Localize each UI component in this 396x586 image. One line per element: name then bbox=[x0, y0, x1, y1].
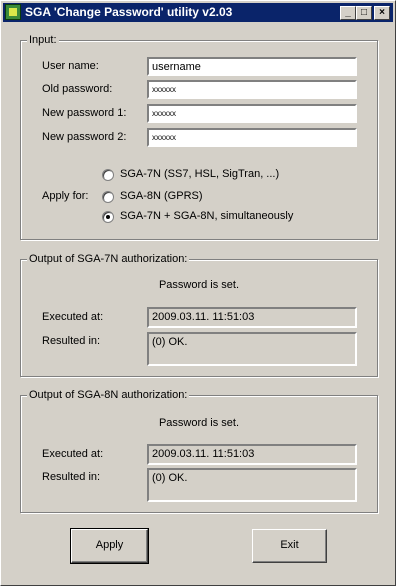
apply-button[interactable]: Apply bbox=[70, 528, 149, 564]
new-password1-field[interactable]: xxxxxx bbox=[147, 104, 357, 123]
exit-button[interactable]: Exit bbox=[252, 529, 327, 563]
minimize-button[interactable]: _ bbox=[340, 6, 356, 20]
radio-sga8n[interactable] bbox=[102, 191, 114, 203]
output-7n-executed-label: Executed at: bbox=[42, 311, 104, 323]
output-8n-group: Output of SGA-8N authorization: Password… bbox=[20, 389, 378, 513]
output-8n-resulted-label: Resulted in: bbox=[42, 471, 101, 483]
old-password-field[interactable]: xxxxxx bbox=[147, 80, 357, 99]
radio-sga7n[interactable] bbox=[102, 169, 114, 181]
window-title: SGA 'Change Password' utility v2.03 bbox=[25, 5, 233, 19]
new-password2-field[interactable]: xxxxxx bbox=[147, 128, 357, 147]
input-group: Input: User name: username Old password:… bbox=[20, 34, 378, 240]
output-8n-resulted-field: (0) OK. bbox=[147, 468, 357, 502]
main-window: SGA 'Change Password' utility v2.03 _ □ … bbox=[0, 0, 396, 586]
radio-sga7n-label[interactable]: SGA-7N (SS7, HSL, SigTran, ...) bbox=[120, 168, 279, 180]
radio-both[interactable] bbox=[102, 211, 114, 223]
old-password-label: Old password: bbox=[42, 83, 113, 95]
output-7n-status: Password is set. bbox=[158, 279, 240, 291]
output-7n-resulted-field: (0) OK. bbox=[147, 332, 357, 366]
title-bar[interactable]: SGA 'Change Password' utility v2.03 _ □ … bbox=[3, 3, 393, 22]
close-button[interactable]: × bbox=[374, 6, 390, 20]
radio-sga8n-label[interactable]: SGA-8N (GPRS) bbox=[120, 190, 203, 202]
output-8n-status: Password is set. bbox=[158, 417, 240, 429]
user-name-field[interactable]: username bbox=[147, 57, 357, 76]
new-password1-label: New password 1: bbox=[42, 107, 127, 119]
output-7n-group-label: Output of SGA-7N authorization: bbox=[27, 253, 190, 265]
output-7n-resulted-label: Resulted in: bbox=[42, 335, 101, 347]
input-group-label: Input: bbox=[27, 34, 59, 46]
output-7n-group: Output of SGA-7N authorization: Password… bbox=[20, 253, 378, 377]
apply-for-label: Apply for: bbox=[42, 190, 89, 202]
output-7n-executed-field: 2009.03.11. 11:51:03 bbox=[147, 307, 357, 328]
maximize-button[interactable]: □ bbox=[356, 6, 372, 20]
radio-both-label[interactable]: SGA-7N + SGA-8N, simultaneously bbox=[120, 210, 293, 222]
app-icon bbox=[5, 4, 21, 20]
output-8n-executed-field: 2009.03.11. 11:51:03 bbox=[147, 444, 357, 465]
new-password2-label: New password 2: bbox=[42, 131, 127, 143]
output-8n-executed-label: Executed at: bbox=[42, 448, 104, 460]
output-8n-group-label: Output of SGA-8N authorization: bbox=[27, 389, 190, 401]
user-name-label: User name: bbox=[42, 60, 99, 72]
